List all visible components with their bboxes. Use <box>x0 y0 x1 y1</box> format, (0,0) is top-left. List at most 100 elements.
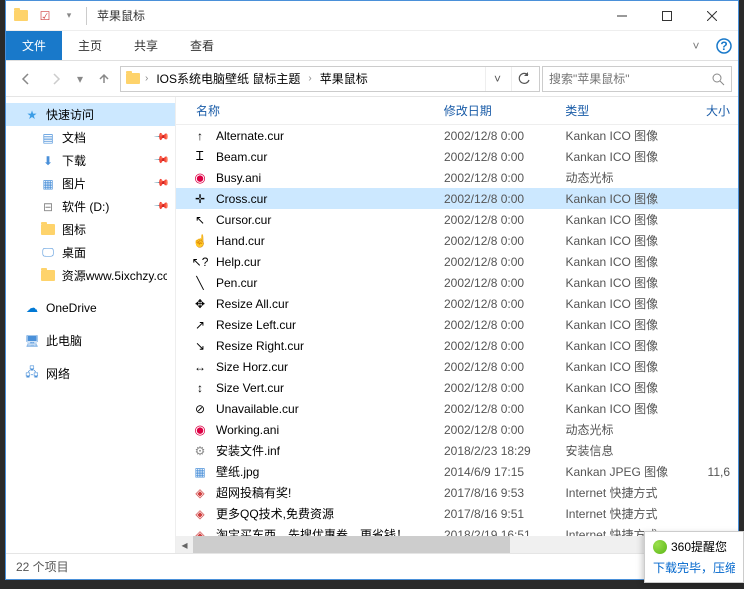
tab-share[interactable]: 共享 <box>118 31 174 60</box>
sidebar-item-icon-folder[interactable]: 图标 <box>6 218 175 241</box>
sidebar-item-label: OneDrive <box>46 301 97 315</box>
quick-access-toolbar: ☑ ▾ <box>10 5 91 27</box>
sidebar-item-onedrive[interactable]: ☁ OneDrive <box>6 297 175 319</box>
file-row[interactable]: ↕Size Vert.cur2002/12/8 0:00Kankan ICO 图… <box>176 377 738 398</box>
qat-dropdown-icon[interactable]: ▾ <box>58 5 80 27</box>
sidebar-item-this-pc[interactable]: 🖥 此电脑 <box>6 329 175 352</box>
file-row[interactable]: ↑Alternate.cur2002/12/8 0:00Kankan ICO 图… <box>176 125 738 146</box>
file-name: 安装文件.inf <box>216 442 280 459</box>
file-row[interactable]: ◈超网投稿有奖!2017/8/16 9:53Internet 快捷方式 <box>176 482 738 503</box>
file-icon: ⚙ <box>192 443 208 459</box>
disk-icon: ⊟ <box>40 199 56 215</box>
forward-button[interactable] <box>42 65 70 93</box>
file-type: Kankan ICO 图像 <box>557 127 690 144</box>
address-dropdown-icon[interactable]: ˅ <box>485 67 509 91</box>
file-date: 2017/8/16 9:51 <box>436 507 557 521</box>
close-button[interactable] <box>689 1 734 30</box>
file-row[interactable]: ↗Resize Left.cur2002/12/8 0:00Kankan ICO… <box>176 314 738 335</box>
minimize-button[interactable] <box>599 1 644 30</box>
column-header-size[interactable]: 大小 <box>690 98 738 123</box>
notification-popup[interactable]: 360提醒您 下载完毕，压缩 <box>644 531 744 583</box>
tab-file[interactable]: 文件 <box>6 31 62 60</box>
notification-title-row: 360提醒您 <box>653 538 735 555</box>
address-bar[interactable]: › IOS系统电脑壁纸 鼠标主题 › 苹果鼠标 ˅ <box>120 66 540 92</box>
tab-home[interactable]: 主页 <box>62 31 118 60</box>
pc-icon: 🖥 <box>24 333 40 349</box>
breadcrumb[interactable]: 苹果鼠标 <box>316 68 372 89</box>
explorer-window: ☑ ▾ 苹果鼠标 文件 主页 共享 查看 ˅ ? ▾ › IOS系统电脑壁纸 鼠… <box>5 0 739 580</box>
file-row[interactable]: ↖Cursor.cur2002/12/8 0:00Kankan ICO 图像 <box>176 209 738 230</box>
file-icon: ↔ <box>192 359 208 375</box>
file-type: 安装信息 <box>557 442 690 459</box>
file-name: Cursor.cur <box>216 213 271 227</box>
file-row[interactable]: ↖?Help.cur2002/12/8 0:00Kankan ICO 图像 <box>176 251 738 272</box>
sidebar-item-resources[interactable]: 资源www.5ixchzy.cc <box>6 264 175 287</box>
file-name: 淘宝买东西，先搜优惠卷。更省钱！ <box>216 526 408 536</box>
file-date: 2002/12/8 0:00 <box>436 255 557 269</box>
column-header-type[interactable]: 类型 <box>557 98 690 123</box>
file-icon: ↕ <box>192 380 208 396</box>
file-type: 动态光标 <box>557 169 690 186</box>
sidebar-item-pictures[interactable]: ▦ 图片 📌 <box>6 172 175 195</box>
sidebar-item-label: 此电脑 <box>46 332 82 349</box>
file-row[interactable]: ◉Working.ani2002/12/8 0:00动态光标 <box>176 419 738 440</box>
file-icon: ✥ <box>192 296 208 312</box>
file-date: 2002/12/8 0:00 <box>436 318 557 332</box>
file-row[interactable]: ✥Resize All.cur2002/12/8 0:00Kankan ICO … <box>176 293 738 314</box>
back-button[interactable] <box>12 65 40 93</box>
file-icon: Ꮖ <box>192 149 208 165</box>
sidebar-item-downloads[interactable]: ⬇ 下载 📌 <box>6 149 175 172</box>
file-type: Kankan ICO 图像 <box>557 400 690 417</box>
navigation-bar: ▾ › IOS系统电脑壁纸 鼠标主题 › 苹果鼠标 ˅ <box>6 61 738 97</box>
sidebar-item-label: 软件 (D:) <box>62 198 109 215</box>
file-row[interactable]: ↘Resize Right.cur2002/12/8 0:00Kankan IC… <box>176 335 738 356</box>
scrollbar-track[interactable] <box>193 536 721 553</box>
maximize-button[interactable] <box>644 1 689 30</box>
ribbon-expand-icon[interactable]: ˅ <box>682 31 710 60</box>
sidebar-item-disk-d[interactable]: ⊟ 软件 (D:) 📌 <box>6 195 175 218</box>
file-icon: ↖? <box>192 254 208 270</box>
file-row[interactable]: ╲Pen.cur2002/12/8 0:00Kankan ICO 图像 <box>176 272 738 293</box>
file-list[interactable]: ↑Alternate.cur2002/12/8 0:00Kankan ICO 图… <box>176 125 738 536</box>
sidebar-item-documents[interactable]: ▤ 文档 📌 <box>6 126 175 149</box>
file-row[interactable]: ◉Busy.ani2002/12/8 0:00动态光标 <box>176 167 738 188</box>
file-row[interactable]: ▦壁纸.jpg2014/6/9 17:15Kankan JPEG 图像11,6 <box>176 461 738 482</box>
file-row[interactable]: ᏆBeam.cur2002/12/8 0:00Kankan ICO 图像 <box>176 146 738 167</box>
star-icon: ★ <box>24 107 40 123</box>
file-icon: ↘ <box>192 338 208 354</box>
file-row[interactable]: ✛Cross.cur2002/12/8 0:00Kankan ICO 图像 <box>176 188 738 209</box>
file-type: Kankan ICO 图像 <box>557 253 690 270</box>
sidebar-item-desktop[interactable]: 🖵 桌面 <box>6 241 175 264</box>
help-icon[interactable]: ? <box>710 31 738 60</box>
properties-icon[interactable]: ☑ <box>34 5 56 27</box>
sidebar-item-quick-access[interactable]: ★ 快速访问 <box>6 103 175 126</box>
column-header-name[interactable]: 名称 <box>188 98 436 123</box>
file-type: Kankan ICO 图像 <box>557 295 690 312</box>
file-row[interactable]: ↔Size Horz.cur2002/12/8 0:00Kankan ICO 图… <box>176 356 738 377</box>
file-icon: ↖ <box>192 212 208 228</box>
chevron-right-icon[interactable]: › <box>143 73 150 84</box>
history-dropdown-icon[interactable]: ▾ <box>72 72 88 86</box>
file-row[interactable]: ☝Hand.cur2002/12/8 0:00Kankan ICO 图像 <box>176 230 738 251</box>
file-icon: ↗ <box>192 317 208 333</box>
up-button[interactable] <box>90 65 118 93</box>
file-name: 超网投稿有奖! <box>216 484 291 501</box>
titlebar: ☑ ▾ 苹果鼠标 <box>6 1 738 31</box>
sidebar-item-network[interactable]: 🖧 网络 <box>6 362 175 385</box>
status-item-count: 22 个项目 <box>16 558 69 575</box>
file-name: Resize Left.cur <box>216 318 296 332</box>
scrollbar-thumb[interactable] <box>193 536 510 553</box>
file-row[interactable]: ⚙安装文件.inf2018/2/23 18:29安装信息 <box>176 440 738 461</box>
scroll-left-icon[interactable]: ◂ <box>176 536 193 553</box>
file-row[interactable]: ⊘Unavailable.cur2002/12/8 0:00Kankan ICO… <box>176 398 738 419</box>
file-icon: ◉ <box>192 170 208 186</box>
search-box[interactable] <box>542 66 732 92</box>
file-date: 2014/6/9 17:15 <box>436 465 557 479</box>
breadcrumb[interactable]: IOS系统电脑壁纸 鼠标主题 <box>152 68 304 89</box>
refresh-button[interactable] <box>511 67 535 91</box>
chevron-right-icon[interactable]: › <box>306 73 313 84</box>
tab-view[interactable]: 查看 <box>174 31 230 60</box>
file-row[interactable]: ◈更多QQ技术,免费资源2017/8/16 9:51Internet 快捷方式 <box>176 503 738 524</box>
search-input[interactable] <box>549 72 711 86</box>
column-header-date[interactable]: 修改日期 <box>436 98 557 123</box>
